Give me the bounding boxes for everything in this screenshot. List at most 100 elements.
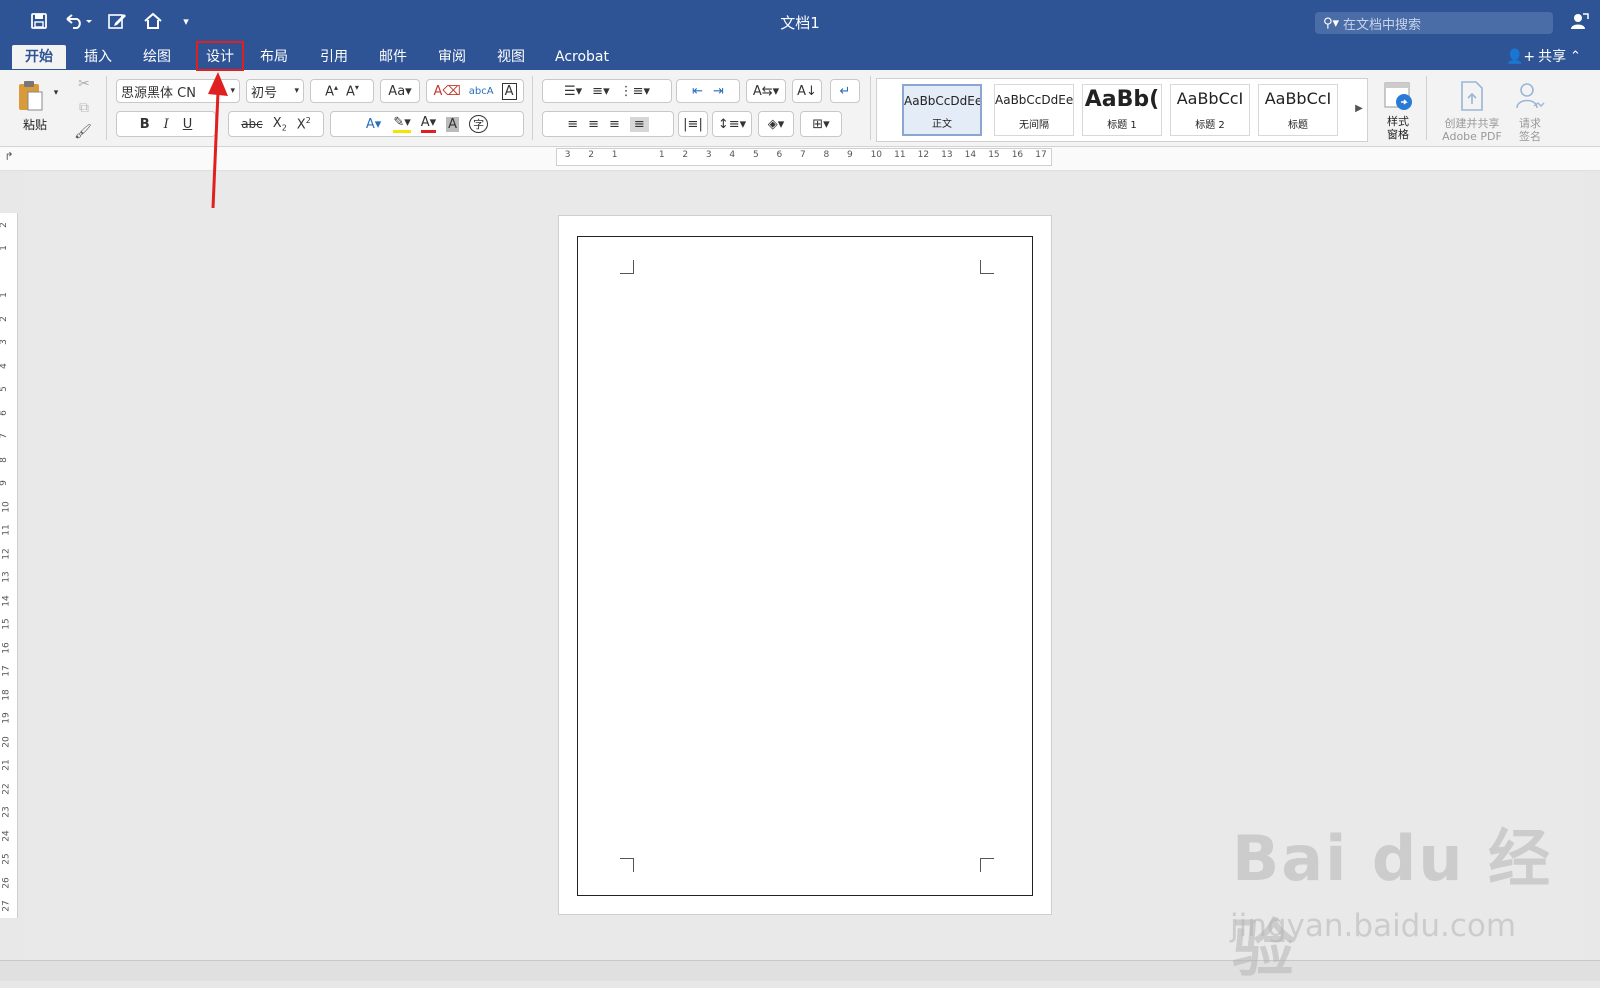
separator <box>870 76 871 140</box>
shrink-font-icon[interactable]: A▾ <box>346 83 359 99</box>
customize-toolbar-icon[interactable]: ▾ <box>176 8 196 34</box>
character-shading-icon[interactable]: A <box>446 116 460 132</box>
alignment-group: ≡ ≡ ≡ ≡ <box>542 111 674 137</box>
align-left-icon[interactable]: ≡ <box>567 117 578 132</box>
tab-review[interactable]: 审阅 <box>424 45 480 69</box>
request-signature-icon[interactable] <box>1510 78 1550 114</box>
tab-acrobat[interactable]: Acrobat <box>546 45 618 69</box>
gallery-more-icon[interactable]: ▶ <box>1352 98 1366 118</box>
horizontal-ruler[interactable]: 3 2 1 1 2 3 4 5 6 7 8 9 10 11 12 13 14 15 16 17 <box>556 148 1052 166</box>
ruler-tick-label: 17 <box>1035 150 1047 160</box>
distributed-align-icon[interactable]: |≡| <box>678 111 708 137</box>
ruler-tick-label: 14 <box>964 150 977 160</box>
underline-button[interactable]: U <box>183 117 193 132</box>
ruler-tick-label: 7 <box>800 150 806 160</box>
grow-font-icon[interactable]: A▴ <box>325 83 338 99</box>
tab-mailings[interactable]: 邮件 <box>364 45 422 69</box>
line-spacing-icon[interactable]: ↕≡▾ <box>712 111 752 137</box>
multilevel-list-icon[interactable]: ⋮≡▾ <box>620 84 650 99</box>
ruler-tick-label: 1 <box>658 150 665 160</box>
ruler-tick-label: 18 <box>1 689 12 701</box>
sort-icon[interactable]: A↓ <box>792 79 822 103</box>
format-painter-icon[interactable]: 🖌 <box>70 122 96 142</box>
phonetic-guide-icon[interactable]: abcA <box>469 86 494 97</box>
cut-icon[interactable]: ✂ <box>72 74 96 94</box>
tab-stop-selector-icon[interactable]: ↱ <box>2 148 16 164</box>
style-normal[interactable]: AaBbCcDdEe 正文 <box>902 84 982 136</box>
create-pdf-icon[interactable] <box>1452 78 1492 114</box>
style-no-spacing[interactable]: AaBbCcDdEe 无间隔 <box>994 84 1074 136</box>
paste-icon[interactable] <box>12 76 48 116</box>
increase-indent-icon[interactable]: ⇥ <box>713 84 724 99</box>
enclose-character-icon[interactable]: 字 <box>469 115 489 133</box>
clear-format-group: A⌫ abcA A <box>426 79 524 103</box>
page-border <box>577 236 1033 896</box>
style-label: 无间隔 <box>1019 120 1049 131</box>
separator <box>532 76 533 140</box>
paste-dropdown-icon[interactable]: ▾ <box>50 86 62 100</box>
font-size-select[interactable]: 初号 ▾ <box>246 79 304 103</box>
font-size-value: 初号 <box>251 85 278 101</box>
text-direction-icon[interactable]: A⇆▾ <box>746 79 786 103</box>
tab-home[interactable]: 开始 <box>12 45 66 69</box>
character-border-icon[interactable]: A <box>501 82 517 100</box>
ruler-tick-label: 13 <box>1 571 12 583</box>
strikethrough-button[interactable]: abc <box>241 117 263 131</box>
align-right-icon[interactable]: ≡ <box>609 117 620 132</box>
undo-icon[interactable] <box>60 8 96 34</box>
clear-formatting-icon[interactable]: A⌫ <box>433 84 460 99</box>
ruler-tick-label: 1 <box>611 150 618 160</box>
collapse-ribbon-icon[interactable]: ⌃ <box>1570 45 1581 69</box>
edit-doc-icon[interactable] <box>104 8 130 34</box>
numbering-icon[interactable]: ≡▾ <box>592 84 609 99</box>
style-heading-1[interactable]: AaBb( 标题 1 <box>1082 84 1162 136</box>
superscript-button[interactable]: X2 <box>297 116 311 132</box>
ruler-tick-label: 8 <box>823 150 830 160</box>
show-formatting-icon[interactable]: ↵ <box>830 79 860 103</box>
account-icon[interactable] <box>1566 8 1592 34</box>
style-label: 正文 <box>932 119 952 130</box>
search-placeholder: 在文档中搜索 <box>1343 17 1422 33</box>
ruler-tick-label: 24 <box>1 830 12 842</box>
annotation-arrow <box>208 72 228 209</box>
save-icon[interactable] <box>26 8 52 34</box>
paste-label: 粘贴 <box>22 118 47 132</box>
style-sample: AaBbCcDdEe <box>995 93 1073 107</box>
ruler-tick-label: 12 <box>1 548 12 560</box>
tab-draw[interactable]: 绘图 <box>128 45 186 69</box>
justify-icon[interactable]: ≡ <box>629 116 649 132</box>
ruler-tick-label: 22 <box>1 783 12 795</box>
tab-view[interactable]: 视图 <box>482 45 540 69</box>
ruler-tick-label: 23 <box>1 806 12 818</box>
style-heading-2[interactable]: AaBbCcI 标题 2 <box>1170 84 1250 136</box>
shading-icon[interactable]: ◈▾ <box>758 111 794 137</box>
indent-group: ⇤ ⇥ <box>676 79 740 103</box>
margin-corner-bottom-right <box>980 858 994 872</box>
share-button[interactable]: 👤+ 共享 <box>1506 45 1566 69</box>
change-case-icon[interactable]: Aa▾ <box>380 79 420 103</box>
ruler-tick-label: 15 <box>1 618 12 630</box>
styles-pane-icon[interactable] <box>1376 78 1420 114</box>
tab-layout[interactable]: 布局 <box>246 45 302 69</box>
decrease-indent-icon[interactable]: ⇤ <box>692 84 703 99</box>
bullets-icon[interactable]: ☰▾ <box>564 84 582 99</box>
italic-button[interactable]: I <box>164 117 169 132</box>
tab-references[interactable]: 引用 <box>306 45 362 69</box>
tab-insert[interactable]: 插入 <box>70 45 126 69</box>
ruler-tick-label: 16 <box>1011 150 1024 160</box>
subscript-button[interactable]: X2 <box>273 116 287 133</box>
align-center-icon[interactable]: ≡ <box>588 117 599 132</box>
search-input[interactable]: ⚲▾ 在文档中搜索 <box>1315 12 1553 34</box>
font-color-icon[interactable]: A▾ <box>420 115 437 133</box>
copy-icon[interactable]: ⧉ <box>72 98 96 118</box>
request-signature-label-line2: 签名 <box>1519 130 1541 143</box>
highlight-color-icon[interactable]: ✎▾ <box>393 115 411 133</box>
text-effects-icon[interactable]: A▾ <box>366 117 381 132</box>
create-pdf-label-line2: Adobe PDF <box>1442 130 1502 143</box>
borders-icon[interactable]: ⊞▾ <box>800 111 842 137</box>
bold-button[interactable]: B <box>140 117 150 132</box>
style-title[interactable]: AaBbCcI 标题 <box>1258 84 1338 136</box>
home-icon[interactable] <box>140 8 166 34</box>
ruler-tick-label: 3 <box>0 339 9 345</box>
vertical-ruler[interactable]: 2112345678910111213141516171819202122232… <box>0 213 18 918</box>
